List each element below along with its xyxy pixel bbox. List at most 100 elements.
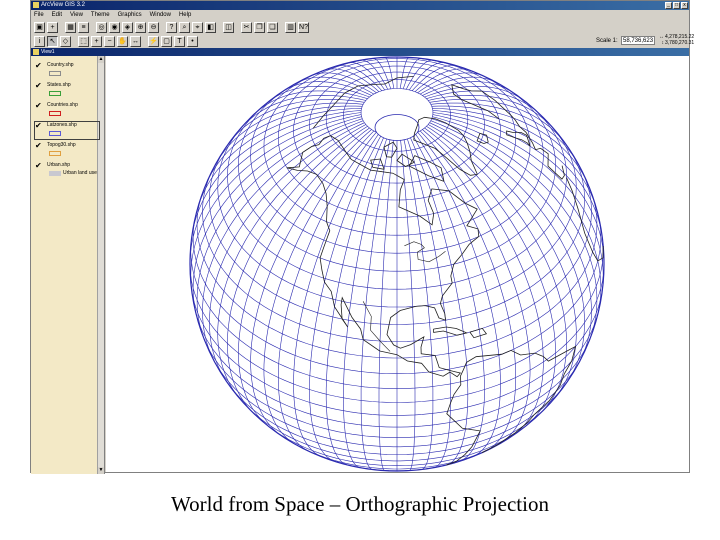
vertex-button[interactable]: ◇ <box>60 35 71 47</box>
longitude-line <box>189 112 362 259</box>
area-icon: ▢ <box>163 37 170 45</box>
select-by-theme-icon: ◧ <box>207 23 214 31</box>
text-icon: T <box>177 37 182 45</box>
zoom-selected-button[interactable]: ◈ <box>122 21 133 33</box>
zoom-out-tool-icon: − <box>107 37 112 45</box>
longitude-line <box>417 132 516 452</box>
view-title: View1 <box>41 49 55 55</box>
scale-input[interactable]: 58,736,623 <box>621 36 655 45</box>
clear-selection-icon: ◫ <box>225 23 232 31</box>
help-button[interactable]: N? <box>298 21 309 33</box>
paste-button[interactable]: ❏ <box>267 21 278 33</box>
zoom-selected-icon: ◈ <box>124 23 131 31</box>
longitude-line <box>430 120 592 362</box>
coordinate-readout: ↔ 4,278,215.22 ↕ 3,780,270.31 <box>659 34 695 46</box>
menu-help[interactable]: Help <box>179 10 191 20</box>
arcview-window: ArcView GIS 3.2 _ □ x File Edit View The… <box>30 0 694 474</box>
coastline <box>408 155 445 182</box>
menu-graphics[interactable]: Graphics <box>118 10 142 20</box>
text-button[interactable]: T <box>174 35 185 47</box>
find-icon: ⌕ <box>182 23 187 31</box>
chart-icon: ▥ <box>287 23 294 31</box>
menu-edit[interactable]: Edit <box>52 10 62 20</box>
pan-icon: ✋ <box>118 37 127 45</box>
layer-symbol <box>49 111 61 116</box>
locate-button[interactable]: ⌖ <box>192 21 203 33</box>
table-button[interactable]: ▦ <box>65 21 76 33</box>
measure-button[interactable]: ↔ <box>130 35 141 47</box>
pointer-button[interactable]: ↖ <box>47 35 58 47</box>
view-title-bar: View1 <box>31 48 689 56</box>
cut-button[interactable]: ✂ <box>241 21 252 33</box>
zoom-in-tool-button[interactable]: + <box>91 35 102 47</box>
longitude-line <box>432 112 605 259</box>
coastline <box>446 345 577 466</box>
layer-visibility-checkbox[interactable]: ✔ <box>35 162 42 170</box>
locate-icon: ⌖ <box>195 23 200 31</box>
select-button[interactable]: ⬚ <box>78 35 89 47</box>
layer-visibility-checkbox[interactable]: ✔ <box>35 62 42 70</box>
longitude-line <box>190 114 362 287</box>
select-by-theme-button[interactable]: ◧ <box>205 21 216 33</box>
longitude-line <box>402 136 434 470</box>
save-icon: ▣ <box>36 23 43 31</box>
add-theme-button[interactable]: + <box>47 21 58 33</box>
menu-window[interactable]: Window <box>150 10 171 20</box>
menu-view[interactable]: View <box>70 10 83 20</box>
draw-button[interactable]: • <box>187 35 198 47</box>
zoom-out-tool-button[interactable]: − <box>104 35 115 47</box>
zoom-full-button[interactable]: ◎ <box>96 21 107 33</box>
save-button[interactable]: ▣ <box>34 21 45 33</box>
layer-urban[interactable]: ✔ Urban.shp Urban land use <box>35 162 99 179</box>
minimize-button[interactable]: _ <box>665 2 672 9</box>
scale-label: Scale 1: <box>596 38 618 44</box>
zoom-in-icon: ⊕ <box>137 23 144 31</box>
longitude-line <box>360 136 392 470</box>
layer-symbol <box>49 71 61 76</box>
scroll-down-icon[interactable]: ▼ <box>98 467 104 474</box>
layer-visibility-checkbox[interactable]: ✔ <box>35 142 42 150</box>
pan-button[interactable]: ✋ <box>117 35 128 47</box>
map-view[interactable] <box>106 56 689 472</box>
chart-button[interactable]: ▥ <box>285 21 296 33</box>
app-icon <box>33 2 39 8</box>
zoom-active-button[interactable]: ◉ <box>109 21 120 33</box>
hotlink-icon: ⚡ <box>149 37 158 45</box>
hotlink-button[interactable]: ⚡ <box>148 35 159 47</box>
layer-states[interactable]: ✔ States.shp <box>35 82 99 99</box>
layer-latzones[interactable]: ✔ Latzones.shp <box>34 121 100 140</box>
longitude-line <box>278 132 377 452</box>
query-button[interactable]: ? <box>166 21 177 33</box>
coastline <box>566 177 604 262</box>
menu-file[interactable]: File <box>34 10 44 20</box>
longitude-line <box>309 134 383 462</box>
maximize-button[interactable]: □ <box>673 2 680 9</box>
query-icon: ? <box>169 23 174 31</box>
identify-button[interactable]: i <box>34 35 45 47</box>
layer-symbol <box>49 171 61 176</box>
close-button[interactable]: x <box>681 2 688 9</box>
vertex-icon: ◇ <box>62 37 69 45</box>
area-button[interactable]: ▢ <box>161 35 172 47</box>
add-theme-icon: + <box>50 23 55 31</box>
layer-name: Urban.shp <box>47 162 71 168</box>
find-button[interactable]: ⌕ <box>179 21 190 33</box>
layer-visibility-checkbox[interactable]: ✔ <box>35 122 42 130</box>
layer-name: Country.shp <box>47 62 74 68</box>
select-icon: ⬚ <box>80 37 87 45</box>
menu-theme[interactable]: Theme <box>91 10 110 20</box>
boundary-line <box>362 301 391 352</box>
layer-countries[interactable]: ✔ Countries.shp <box>35 102 99 119</box>
zoom-in-button[interactable]: ⊕ <box>135 21 146 33</box>
layer-country[interactable]: ✔ Country.shp <box>35 62 99 79</box>
layer-visibility-checkbox[interactable]: ✔ <box>35 82 42 90</box>
layer-topog30[interactable]: ✔ Topog30.shp <box>35 142 99 159</box>
paste-icon: ❏ <box>269 23 276 31</box>
legend-button[interactable]: ≡ <box>78 21 89 33</box>
clear-selection-button[interactable]: ◫ <box>223 21 234 33</box>
longitude-line <box>409 134 469 466</box>
copy-button[interactable]: ❐ <box>254 21 265 33</box>
layer-visibility-checkbox[interactable]: ✔ <box>35 102 42 110</box>
zoom-out-button[interactable]: ⊖ <box>148 21 159 33</box>
layer-name: Latzones.shp <box>47 122 77 128</box>
